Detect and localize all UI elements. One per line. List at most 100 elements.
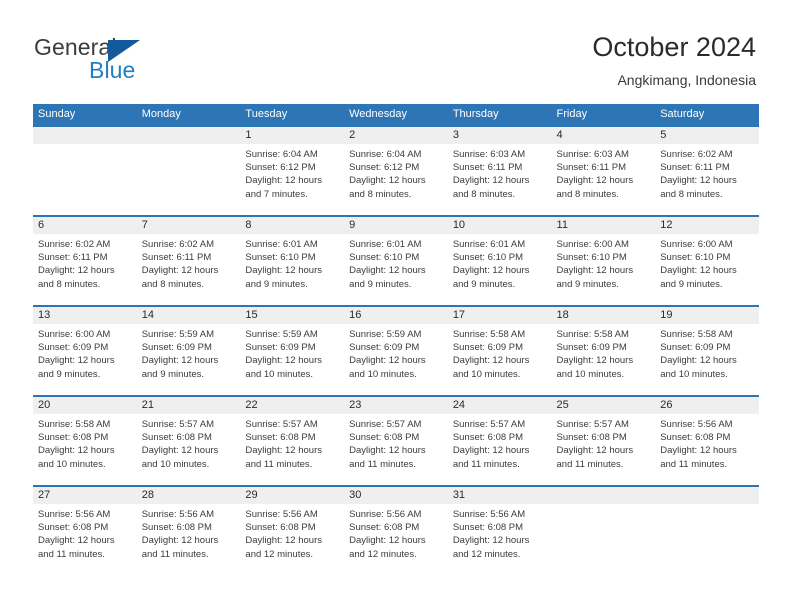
sunrise-text: Sunrise: 6:01 AM xyxy=(349,239,422,250)
day-info: Sunrise: 5:56 AM Sunset: 6:08 PM Daylight:… xyxy=(655,414,759,471)
day-info: Sunrise: 5:56 AM Sunset: 6:08 PM Daylight:… xyxy=(33,504,137,561)
day-info: Sunrise: 5:57 AM Sunset: 6:08 PM Daylight:… xyxy=(344,414,448,471)
weekday-header-row: Sunday Monday Tuesday Wednesday Thursday Frid… xyxy=(33,104,759,125)
calendar-week-row: 6 Sunrise: 6:02 AM Sunset: 6:11 PM Daylight… xyxy=(33,215,759,305)
page-title: October 2024 xyxy=(592,32,756,62)
sunset-text: Sunset: 6:08 PM xyxy=(660,432,731,444)
day-info: Sunrise: 5:58 AM Sunset: 6:09 PM Daylight:… xyxy=(655,324,759,381)
day-number: 7 xyxy=(136,217,241,234)
day-cell[interactable]: 15 Sunrise: 5:59 AM Sunset: 6:09 PM Dayligh… xyxy=(240,307,345,395)
day-cell[interactable]: 3 Sunrise: 6:03 AM Sunset: 6:11 PM Daylight… xyxy=(447,127,552,215)
day-cell[interactable]: 6 Sunrise: 6:02 AM Sunset: 6:11 PM Daylight… xyxy=(33,217,137,305)
daylight-text: Daylight: 12 hours and 10 minutes. xyxy=(452,355,530,380)
weekday-header-thursday: Thursday xyxy=(452,108,499,120)
day-cell[interactable]: 31 Sunrise: 5:56 AM Sunset: 6:08 PM Dayligh… xyxy=(447,487,552,575)
daylight-text: Daylight: 12 hours and 10 minutes. xyxy=(141,445,219,470)
weekday-header-friday: Friday xyxy=(556,108,588,120)
sunrise-text: Sunrise: 5:56 AM xyxy=(38,509,111,520)
title-block: October 2024 Angkimang, Indonesia xyxy=(592,30,756,90)
sunset-text: Sunset: 6:11 PM xyxy=(556,162,627,174)
daylight-text: Daylight: 12 hours and 11 minutes. xyxy=(452,445,530,470)
day-info: Sunrise: 5:57 AM Sunset: 6:08 PM Daylight:… xyxy=(137,414,241,471)
day-cell[interactable]: 23 Sunrise: 5:57 AM Sunset: 6:08 PM Dayligh… xyxy=(344,397,448,485)
sunrise-text: Sunrise: 6:03 AM xyxy=(452,149,526,160)
sunrise-text: Sunrise: 6:04 AM xyxy=(349,149,422,160)
sunrise-text: Sunrise: 6:02 AM xyxy=(660,149,733,160)
weekday-header-tuesday: Tuesday xyxy=(245,108,288,120)
calendar-week-row: 27 Sunrise: 5:56 AM Sunset: 6:08 PM Dayligh… xyxy=(33,485,759,575)
day-info: Sunrise: 6:00 AM Sunset: 6:09 PM Daylight:… xyxy=(33,324,137,381)
day-number: 20 xyxy=(33,397,137,414)
daylight-text: Daylight: 12 hours and 11 minutes. xyxy=(245,445,322,470)
sunset-text: Sunset: 6:09 PM xyxy=(660,342,731,354)
day-cell[interactable]: 22 Sunrise: 5:57 AM Sunset: 6:08 PM Dayligh… xyxy=(240,397,345,485)
calendar-page: General Blue October 2024 Angkimang, Ind… xyxy=(0,0,792,612)
day-cell[interactable]: 24 Sunrise: 5:57 AM Sunset: 6:08 PM Dayligh… xyxy=(447,397,552,485)
day-cell[interactable]: 8 Sunrise: 6:01 AM Sunset: 6:10 PM Daylight… xyxy=(240,217,345,305)
day-cell[interactable]: 12 Sunrise: 6:00 AM Sunset: 6:10 PM Dayligh… xyxy=(655,217,759,305)
day-number: 6 xyxy=(33,217,137,234)
day-cell[interactable]: 4 Sunrise: 6:03 AM Sunset: 6:11 PM Daylight… xyxy=(551,127,656,215)
sunrise-text: Sunrise: 5:58 AM xyxy=(452,329,526,340)
day-info: Sunrise: 6:02 AM Sunset: 6:11 PM Daylight:… xyxy=(655,144,759,201)
day-cell[interactable]: 9 Sunrise: 6:01 AM Sunset: 6:10 PM Daylight… xyxy=(344,217,448,305)
day-cell[interactable]: 29 Sunrise: 5:56 AM Sunset: 6:08 PM Dayligh… xyxy=(240,487,345,575)
week-body: 27 Sunrise: 5:56 AM Sunset: 6:08 PM Dayligh… xyxy=(33,487,759,575)
week-body: 6 Sunrise: 6:02 AM Sunset: 6:11 PM Daylight… xyxy=(33,217,759,305)
sunrise-text: Sunrise: 6:04 AM xyxy=(245,149,318,160)
sunset-text: Sunset: 6:10 PM xyxy=(349,252,420,264)
sunrise-text: Sunrise: 5:59 AM xyxy=(349,329,422,340)
day-info: Sunrise: 5:59 AM Sunset: 6:09 PM Daylight:… xyxy=(137,324,241,381)
day-cell[interactable]: 30 Sunrise: 5:56 AM Sunset: 6:08 PM Dayligh… xyxy=(344,487,448,575)
day-cell-empty xyxy=(33,127,137,215)
day-cell[interactable]: 2 Sunrise: 6:04 AM Sunset: 6:12 PM Daylight… xyxy=(344,127,448,215)
day-cell[interactable]: 18 Sunrise: 5:58 AM Sunset: 6:09 PM Dayligh… xyxy=(551,307,656,395)
day-cell[interactable]: 19 Sunrise: 5:58 AM Sunset: 6:09 PM Dayligh… xyxy=(655,307,759,395)
sunset-text: Sunset: 6:08 PM xyxy=(245,522,316,534)
daylight-text: Daylight: 12 hours and 10 minutes. xyxy=(38,445,115,470)
day-number: 13 xyxy=(33,307,137,324)
daylight-text: Daylight: 12 hours and 10 minutes. xyxy=(245,355,322,380)
sunrise-text: Sunrise: 6:00 AM xyxy=(38,329,111,340)
day-number: 24 xyxy=(447,397,552,414)
day-cell[interactable]: 16 Sunrise: 5:59 AM Sunset: 6:09 PM Dayligh… xyxy=(344,307,448,395)
sunset-text: Sunset: 6:09 PM xyxy=(245,342,316,354)
day-number: 14 xyxy=(136,307,241,324)
sunset-text: Sunset: 6:08 PM xyxy=(349,432,420,444)
day-cell[interactable]: 5 Sunrise: 6:02 AM Sunset: 6:11 PM Daylight… xyxy=(655,127,759,215)
daylight-text: Daylight: 12 hours and 11 minutes. xyxy=(38,535,115,560)
day-cell[interactable]: 25 Sunrise: 5:57 AM Sunset: 6:08 PM Dayligh… xyxy=(551,397,656,485)
day-info: Sunrise: 6:01 AM Sunset: 6:10 PM Daylight:… xyxy=(344,234,448,291)
weekday-header-wednesday: Wednesday xyxy=(349,108,407,120)
day-cell[interactable]: 11 Sunrise: 6:00 AM Sunset: 6:10 PM Dayligh… xyxy=(551,217,656,305)
sunrise-text: Sunrise: 6:02 AM xyxy=(141,239,215,250)
sunrise-text: Sunrise: 5:58 AM xyxy=(660,329,733,340)
day-cell[interactable]: 13 Sunrise: 6:00 AM Sunset: 6:09 PM Dayligh… xyxy=(33,307,137,395)
day-cell[interactable]: 26 Sunrise: 5:56 AM Sunset: 6:08 PM Dayligh… xyxy=(655,397,759,485)
day-cell[interactable]: 7 Sunrise: 6:02 AM Sunset: 6:11 PM Daylight… xyxy=(136,217,241,305)
daylight-text: Daylight: 12 hours and 9 minutes. xyxy=(349,265,426,290)
day-cell[interactable]: 1 Sunrise: 6:04 AM Sunset: 6:12 PM Daylight… xyxy=(240,127,345,215)
day-number xyxy=(136,127,241,144)
sunset-text: Sunset: 6:10 PM xyxy=(245,252,316,264)
day-cell[interactable]: 20 Sunrise: 5:58 AM Sunset: 6:08 PM Dayligh… xyxy=(33,397,137,485)
weekday-header-sunday: Sunday xyxy=(38,108,76,120)
sunrise-text: Sunrise: 5:57 AM xyxy=(245,419,318,430)
day-number: 17 xyxy=(447,307,552,324)
daylight-text: Daylight: 12 hours and 9 minutes. xyxy=(556,265,634,290)
day-cell[interactable]: 10 Sunrise: 6:01 AM Sunset: 6:10 PM Dayligh… xyxy=(447,217,552,305)
daylight-text: Daylight: 12 hours and 12 minutes. xyxy=(245,535,322,560)
daylight-text: Daylight: 12 hours and 11 minutes. xyxy=(556,445,634,470)
day-cell[interactable]: 17 Sunrise: 5:58 AM Sunset: 6:09 PM Dayligh… xyxy=(447,307,552,395)
sunrise-text: Sunrise: 6:01 AM xyxy=(452,239,526,250)
sunset-text: Sunset: 6:12 PM xyxy=(349,162,420,174)
sunset-text: Sunset: 6:08 PM xyxy=(245,432,316,444)
brand-logo[interactable]: General Blue xyxy=(34,34,244,88)
daylight-text: Daylight: 12 hours and 9 minutes. xyxy=(245,265,322,290)
day-cell[interactable]: 28 Sunrise: 5:56 AM Sunset: 6:08 PM Dayligh… xyxy=(136,487,241,575)
day-cell[interactable]: 21 Sunrise: 5:57 AM Sunset: 6:08 PM Dayligh… xyxy=(136,397,241,485)
day-number: 1 xyxy=(240,127,345,144)
day-cell[interactable]: 14 Sunrise: 5:59 AM Sunset: 6:09 PM Dayligh… xyxy=(136,307,241,395)
calendar-week-row: 20 Sunrise: 5:58 AM Sunset: 6:08 PM Dayligh… xyxy=(33,395,759,485)
day-cell[interactable]: 27 Sunrise: 5:56 AM Sunset: 6:08 PM Dayligh… xyxy=(33,487,137,575)
